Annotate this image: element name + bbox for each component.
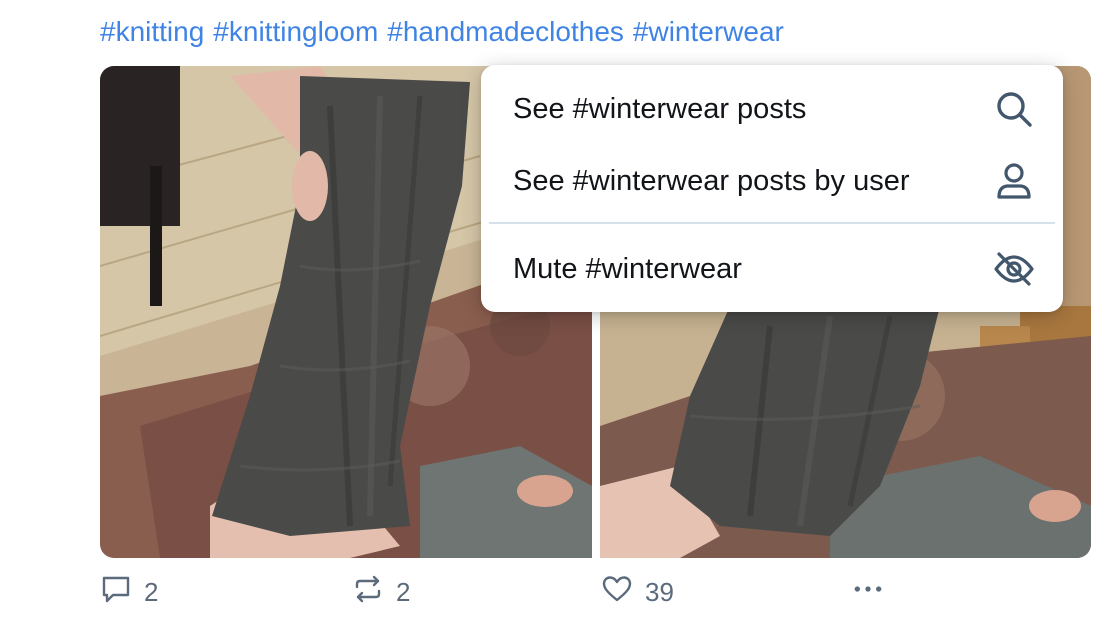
heart-icon <box>601 573 633 612</box>
menu-item-see-posts[interactable]: See #winterwear posts <box>481 73 1063 145</box>
menu-item-label: Mute #winterwear <box>513 252 742 285</box>
menu-item-label: See #winterwear posts by user <box>513 164 910 197</box>
like-count: 39 <box>645 576 674 607</box>
hashtag-link[interactable]: #winterwear <box>633 16 784 47</box>
eye-slash-icon <box>993 248 1035 290</box>
menu-item-see-posts-by-user[interactable]: See #winterwear posts by user <box>481 145 1063 217</box>
hashtag-row: #knitting #knittingloom #handmadeclothes #w… <box>100 14 793 50</box>
search-icon <box>993 88 1035 130</box>
more-options-button[interactable] <box>852 570 884 614</box>
hashtag-link[interactable]: #handmadeclothes <box>387 16 624 47</box>
repost-count: 2 <box>396 576 411 607</box>
hashtag-link[interactable]: #knittingloom <box>213 16 378 47</box>
menu-divider <box>489 222 1055 224</box>
reply-icon <box>100 573 132 612</box>
menu-item-label: See #winterwear posts <box>513 92 807 125</box>
reply-count: 2 <box>144 576 159 607</box>
repost-icon <box>352 573 384 612</box>
post: #knitting #knittingloom #handmadeclothes #w… <box>0 0 1114 623</box>
repost-button[interactable]: 2 <box>352 570 410 614</box>
hashtag-context-menu: See #winterwear posts See #winterwear po… <box>481 65 1063 312</box>
ellipsis-icon <box>852 573 884 612</box>
hashtag-link[interactable]: #knitting <box>100 16 204 47</box>
reply-button[interactable]: 2 <box>100 570 158 614</box>
post-actions: 2 2 39 <box>0 570 1114 614</box>
like-button[interactable]: 39 <box>601 570 674 614</box>
menu-item-mute[interactable]: Mute #winterwear <box>481 233 1063 305</box>
user-icon <box>993 160 1035 202</box>
